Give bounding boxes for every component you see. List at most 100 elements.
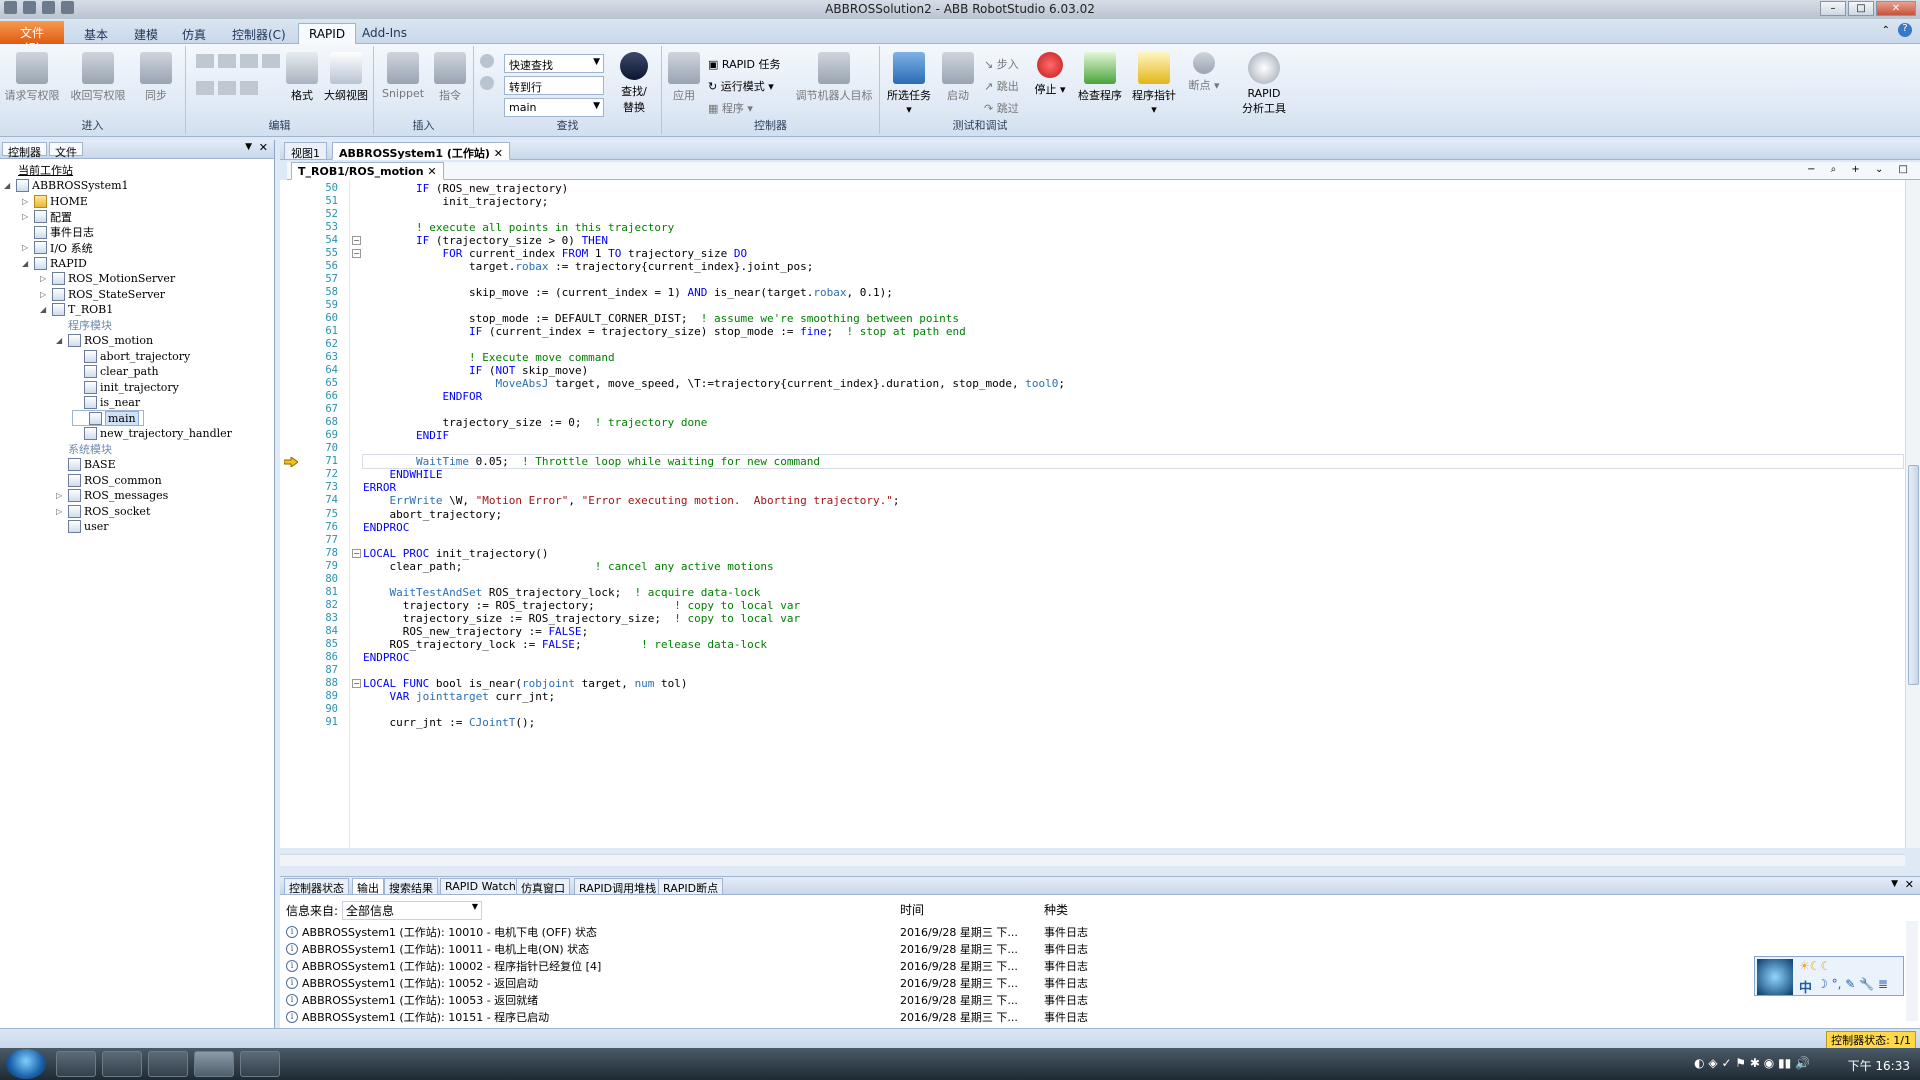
code-line[interactable]: init_trajectory;	[363, 195, 548, 208]
scroll-thumb[interactable]	[1908, 465, 1919, 685]
fold-toggle-icon[interactable]: −	[352, 678, 361, 688]
tree-item[interactable]: ▷ 配置	[22, 209, 72, 225]
log-row[interactable]: i ABBROSSystem1 (工作站): 10011 - 电机上电(ON) 状…	[286, 940, 589, 957]
tab-output[interactable]: 输出	[352, 878, 384, 895]
find-replace-button[interactable]: 查找/ 替换	[610, 52, 658, 115]
code-line[interactable]: IF (current_index = trajectory_size) sto…	[363, 325, 966, 338]
forward-icon[interactable]	[480, 76, 494, 90]
maximize-button[interactable]: □	[1848, 1, 1874, 16]
run-mode-button[interactable]: ↻ 运行模式 ▾	[708, 78, 774, 94]
tune-robot-target-button[interactable]: 调节机器人目标	[790, 52, 878, 103]
tab-files[interactable]: 文件	[49, 142, 83, 159]
tab-file[interactable]: 文件 (F)	[0, 21, 64, 55]
filter-select[interactable]: 全部信息 ▼	[342, 901, 483, 920]
tree-item[interactable]: ◢ ROS_motion	[56, 333, 153, 349]
log-row[interactable]: i ABBROSSystem1 (工作站): 10002 - 程序指针已经复位 […	[286, 957, 601, 974]
indent-icon[interactable]	[196, 54, 214, 68]
tab-view1[interactable]: 视图1	[284, 142, 327, 160]
tree-item[interactable]: clear_path	[72, 364, 159, 380]
taskbar-explorer[interactable]	[102, 1051, 142, 1077]
fold-toggle-icon[interactable]: −	[352, 236, 361, 246]
start-button[interactable]	[6, 1049, 46, 1079]
step-out-button[interactable]: ↗ 跳出	[984, 78, 1019, 94]
tab-breakpoints[interactable]: RAPID断点	[658, 878, 724, 895]
code-line[interactable]: ErrWrite \W, "Motion Error", "Error exec…	[363, 494, 900, 507]
code-line[interactable]: WaitTestAndSet ROS_trajectory_lock; ! ac…	[363, 586, 761, 599]
step-over-button[interactable]: ↷ 跳过	[984, 100, 1019, 116]
tree-item[interactable]: abort_trajectory	[72, 348, 190, 364]
code-line[interactable]: IF (ROS_new_trajectory)	[363, 182, 568, 195]
output-close-icon[interactable]: ✕	[1905, 878, 1914, 891]
minimize-button[interactable]: –	[1820, 1, 1846, 16]
tab-modeling[interactable]: 建模	[124, 23, 168, 44]
code-line[interactable]: trajectory := ROS_trajectory; ! copy to …	[363, 599, 800, 612]
code-line[interactable]: trajectory_size := 0; ! trajectory done	[363, 416, 707, 429]
tree-item[interactable]: ROS_common	[56, 472, 162, 488]
code-line[interactable]: ENDFOR	[363, 390, 482, 403]
tab-simulation-window[interactable]: 仿真窗口	[516, 878, 570, 895]
tree-item[interactable]: is_near	[72, 395, 140, 411]
log-row[interactable]: i ABBROSSystem1 (工作站): 10010 - 电机下电 (OFF)…	[286, 923, 597, 940]
expand-icon[interactable]: ▷	[22, 197, 31, 206]
column-type[interactable]: 种类	[1044, 901, 1068, 918]
breakpoint-button[interactable]: 断点 ▾	[1184, 52, 1224, 93]
expand-icon[interactable]: ▷	[22, 212, 31, 221]
copy-icon[interactable]	[218, 81, 236, 95]
clock[interactable]: 下午 16:33	[1848, 1057, 1910, 1074]
log-row[interactable]: i ABBROSSystem1 (工作站): 10151 - 程序已启动	[286, 1008, 549, 1025]
code-line[interactable]: target.robax := trajectory{current_index…	[363, 260, 813, 273]
code-line[interactable]: ROS_trajectory_lock := FALSE; ! release …	[363, 638, 767, 651]
outdent-icon[interactable]	[218, 54, 236, 68]
tree-item[interactable]: ◢ ABBROSSystem1	[4, 178, 129, 194]
code-line[interactable]: IF (NOT skip_move)	[363, 364, 588, 377]
tab-search-results[interactable]: 搜索结果	[384, 878, 438, 895]
cut-icon[interactable]	[196, 81, 214, 95]
code-line[interactable]: stop_mode := DEFAULT_CORNER_DIST; ! assu…	[363, 312, 959, 325]
code-line[interactable]: LOCAL PROC init_trajectory()	[363, 547, 548, 560]
stop-button[interactable]: 停止 ▾	[1030, 52, 1070, 97]
code-line[interactable]: ENDWHILE	[363, 468, 443, 481]
program-button[interactable]: ▦ 程序 ▾	[708, 100, 753, 116]
step-in-button[interactable]: ↘ 步入	[984, 56, 1019, 72]
code-line[interactable]: WaitTime 0.05; ! Throttle loop while wai…	[362, 454, 1904, 470]
code-line[interactable]: FOR current_index FROM 1 TO trajectory_s…	[363, 247, 747, 260]
tree-item[interactable]: ▷ ROS_socket	[56, 503, 150, 519]
fold-toggle-icon[interactable]: −	[352, 548, 361, 558]
code-line[interactable]: skip_move := (current_index = 1) AND is_…	[363, 286, 893, 299]
outline-view-button[interactable]: 大纲视图	[320, 52, 372, 103]
request-write-access-button[interactable]: 请求写权限	[4, 52, 60, 103]
tree-item[interactable]: user	[56, 519, 109, 535]
ime-tools-icon[interactable]: ☽ °, ✎ 🔧 ≣	[1817, 977, 1888, 991]
fold-toggle-icon[interactable]: −	[352, 249, 361, 259]
expand-icon[interactable]: ▷	[40, 274, 49, 283]
sync-button[interactable]: 同步	[134, 52, 178, 103]
expand-icon[interactable]: ◢	[22, 259, 31, 268]
ime-toolbar[interactable]: ☀☾☾ 中 ☽ °, ✎ 🔧 ≣	[1754, 956, 1904, 996]
module-select[interactable]: main ▼	[504, 98, 604, 117]
code-line[interactable]: ENDIF	[363, 429, 449, 442]
taskbar-browser[interactable]	[148, 1051, 188, 1077]
tab-basic[interactable]: 基本	[74, 23, 118, 44]
code-line[interactable]: clear_path; ! cancel any active motions	[363, 560, 773, 573]
quick-find-input[interactable]: 快速查找 ▼	[504, 54, 604, 73]
tree-item[interactable]: 程序模块	[56, 317, 112, 333]
expand-icon[interactable]: ◢	[56, 336, 65, 345]
log-row[interactable]: i ABBROSSystem1 (工作站): 10052 - 返回启动	[286, 974, 538, 991]
snippet-button[interactable]: Snippet	[378, 52, 428, 100]
log-row[interactable]: i ABBROSSystem1 (工作站): 10053 - 返回就绪	[286, 991, 538, 1008]
apply-button[interactable]: 应用	[664, 52, 704, 103]
controller-status-badge[interactable]: 控制器状态: 1/1	[1826, 1031, 1916, 1049]
tree-item[interactable]: ▷ ROS_StateServer	[40, 286, 165, 302]
system-tray-icons[interactable]: ◐ ◈ ✓ ⚑ ✱ ◉ ▮▮ 🔊	[1694, 1056, 1810, 1070]
tree-item[interactable]: 当前工作站	[18, 162, 73, 178]
expand-icon[interactable]: ▷	[22, 243, 31, 252]
uncomment-icon[interactable]	[262, 54, 280, 68]
code-line[interactable]: IF (trajectory_size > 0) THEN	[363, 234, 608, 247]
column-time[interactable]: 时间	[900, 901, 924, 918]
instruction-button[interactable]: 指令	[428, 52, 472, 103]
tab-addins[interactable]: Add-Ins	[352, 23, 417, 44]
start-button[interactable]: 启动	[938, 52, 978, 103]
tree-item[interactable]: 系统模块	[56, 441, 112, 457]
code-line[interactable]: curr_jnt := CJointT();	[363, 716, 535, 729]
tree-item[interactable]: BASE	[56, 457, 116, 473]
